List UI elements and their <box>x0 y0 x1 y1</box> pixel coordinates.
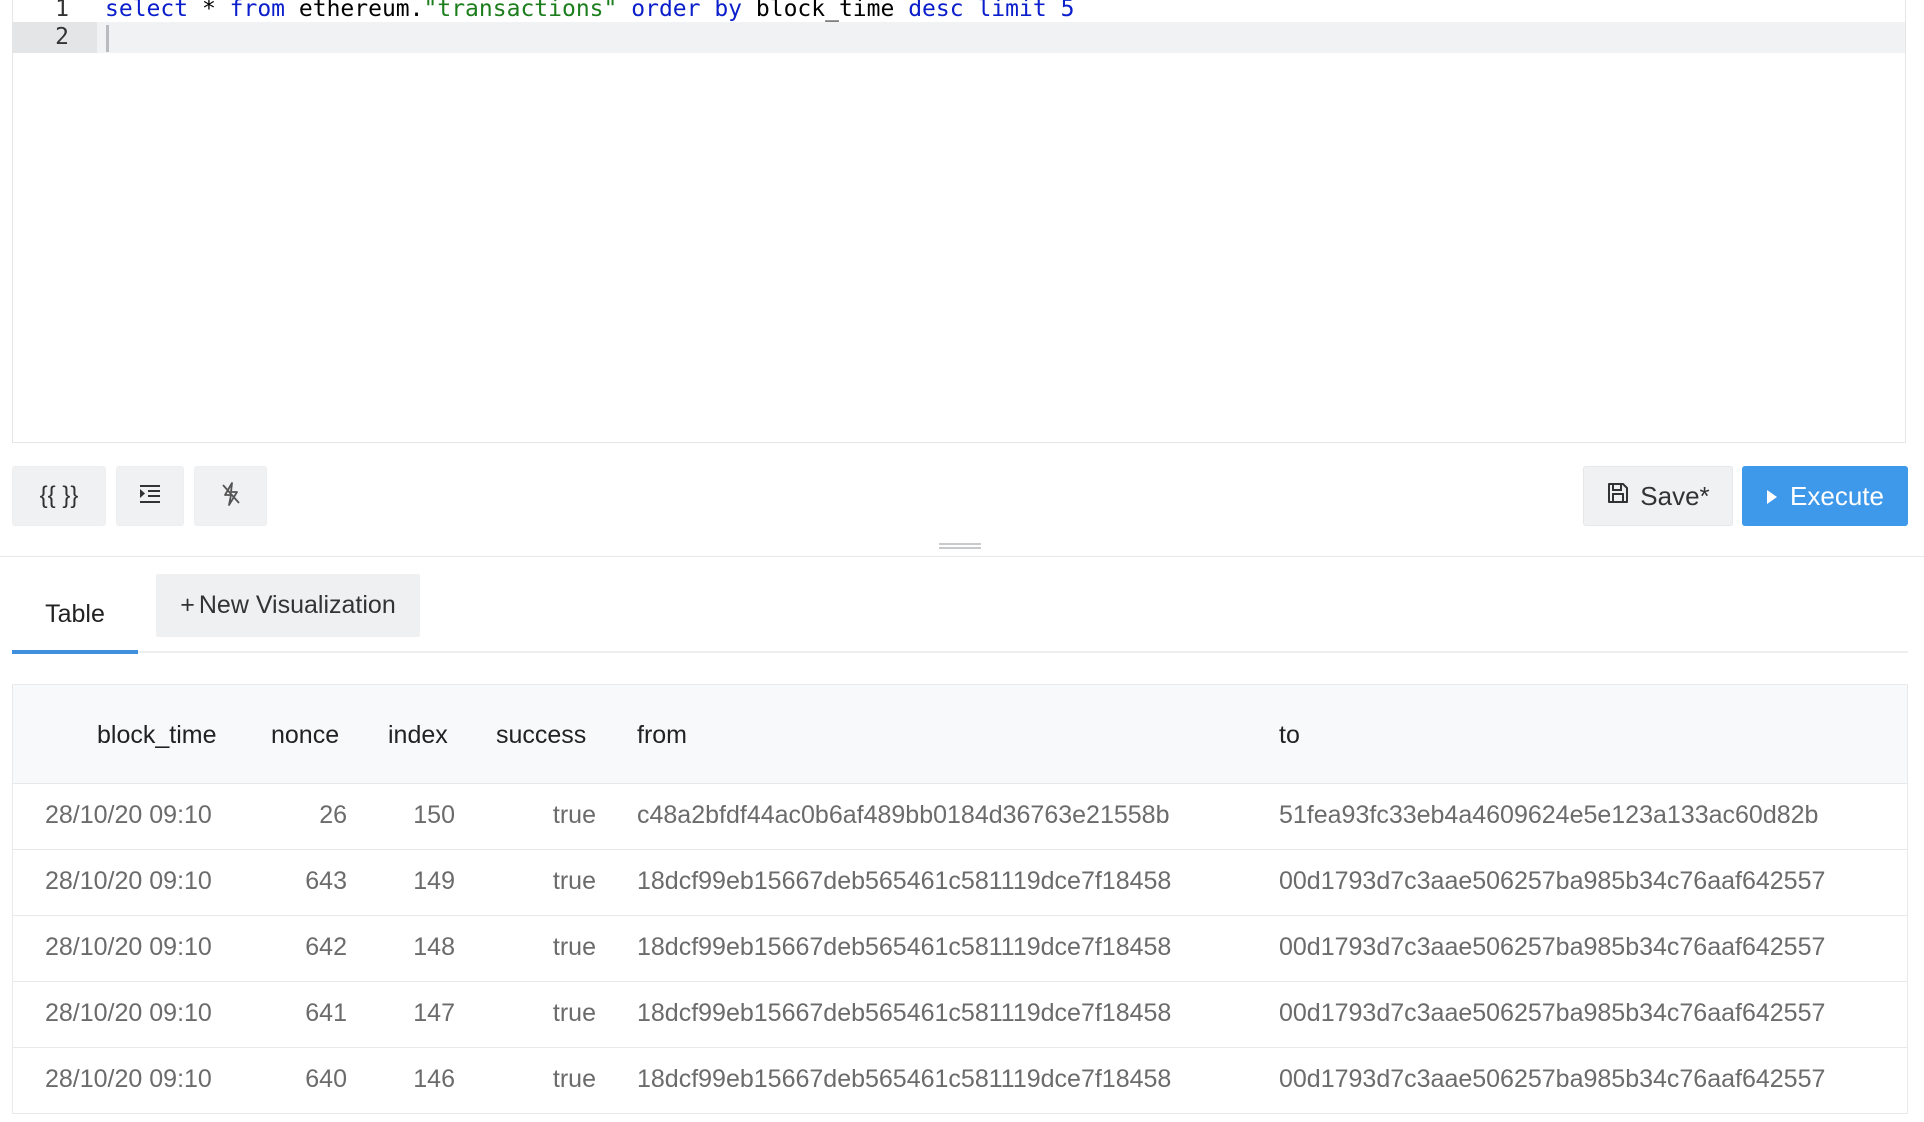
column-header-nonce[interactable]: nonce <box>271 721 339 750</box>
execute-label: Execute <box>1790 480 1884 511</box>
play-icon <box>1766 481 1778 512</box>
column-header-to[interactable]: to <box>1279 721 1300 750</box>
sql-keyword-select: select <box>105 0 189 22</box>
line-number-gutter <box>13 0 97 442</box>
sql-star: * <box>188 0 230 22</box>
cell-success: true <box>552 867 596 895</box>
active-tab-indicator <box>12 650 138 654</box>
divider <box>0 556 1924 557</box>
cell-block-time: 28/10/20 09:10 <box>45 1065 212 1093</box>
resize-handle[interactable] <box>939 543 981 549</box>
format-query-button[interactable] <box>116 466 184 526</box>
cell-block-time: 28/10/20 09:10 <box>45 999 212 1027</box>
sql-column: block_time <box>742 0 909 22</box>
tabs-baseline <box>12 651 1908 653</box>
plus-icon: + <box>180 591 195 619</box>
cell-nonce: 642 <box>305 933 347 961</box>
sql-limit-value: 5 <box>1060 0 1075 22</box>
execute-button[interactable]: Execute <box>1742 466 1908 526</box>
cell-to: 00d1793d7c3aae506257ba985b34c76aaf642557 <box>1279 999 1826 1027</box>
table-row: 28/10/20 09:10 641 147 true 18dcf99eb156… <box>13 981 1907 1048</box>
code-line-2[interactable]: 2 <box>13 22 1905 53</box>
floppy-disk-icon <box>1606 481 1630 512</box>
cell-to: 00d1793d7c3aae506257ba985b34c76aaf642557 <box>1279 1065 1826 1093</box>
cell-success: true <box>552 999 596 1027</box>
column-header-block-time[interactable]: block_time <box>97 721 217 750</box>
cell-index: 150 <box>413 801 455 829</box>
sql-editor[interactable]: 1 select * from ethereum."transactions" … <box>12 0 1906 443</box>
cell-block-time: 28/10/20 09:10 <box>45 867 212 895</box>
tab-table-label: Table <box>45 599 105 628</box>
cell-to: 51fea93fc33eb4a4609624e5e123a133ac60d82b <box>1279 801 1819 829</box>
new-visualization-button[interactable]: + New Visualization <box>156 574 420 637</box>
table-row: 28/10/20 09:10 642 148 true 18dcf99eb156… <box>13 915 1907 982</box>
cell-nonce: 643 <box>305 867 347 895</box>
cell-nonce: 26 <box>319 801 347 829</box>
column-header-index[interactable]: index <box>388 721 448 750</box>
results-table: block_time nonce index success from to 2… <box>12 684 1908 1114</box>
params-label: {{ }} <box>39 482 79 509</box>
cell-index: 148 <box>413 933 455 961</box>
cell-from: 18dcf99eb15667deb565461c581119dce7f18458 <box>637 1065 1172 1093</box>
cell-success: true <box>552 801 596 829</box>
column-header-success[interactable]: success <box>496 721 586 750</box>
sql-keyword-limit: limit <box>977 0 1047 22</box>
lightning-off-icon <box>219 481 243 512</box>
table-header: block_time nonce index success from to <box>13 685 1907 784</box>
cell-from: 18dcf99eb15667deb565461c581119dce7f18458 <box>637 999 1172 1027</box>
new-visualization-label: New Visualization <box>198 591 396 619</box>
line-number: 2 <box>13 22 97 53</box>
save-button[interactable]: Save* <box>1583 466 1733 526</box>
table-row: 28/10/20 09:10 643 149 true 18dcf99eb156… <box>13 849 1907 916</box>
text-cursor <box>106 25 109 52</box>
cell-success: true <box>552 1065 596 1093</box>
cell-index: 146 <box>413 1065 455 1093</box>
sql-schema: ethereum. <box>285 0 424 22</box>
add-parameter-button[interactable]: {{ }} <box>12 466 106 526</box>
indent-icon <box>138 483 162 510</box>
cell-from: c48a2bfdf44ac0b6af489bb0184d36763e21558b <box>637 801 1170 829</box>
cell-from: 18dcf99eb15667deb565461c581119dce7f18458 <box>637 933 1172 961</box>
cell-to: 00d1793d7c3aae506257ba985b34c76aaf642557 <box>1279 867 1826 895</box>
cell-block-time: 28/10/20 09:10 <box>45 933 212 961</box>
cell-block-time: 28/10/20 09:10 <box>45 801 212 829</box>
cell-success: true <box>552 933 596 961</box>
sql-table-name: "transactions" <box>423 0 618 22</box>
sql-keyword-from: from <box>229 0 286 22</box>
table-row: 28/10/20 09:10 640 146 true 18dcf99eb156… <box>13 1047 1907 1113</box>
column-header-from[interactable]: from <box>637 721 687 750</box>
autocomplete-toggle-button[interactable] <box>194 466 267 526</box>
cell-to: 00d1793d7c3aae506257ba985b34c76aaf642557 <box>1279 933 1826 961</box>
cell-index: 149 <box>413 867 455 895</box>
cell-nonce: 640 <box>305 1065 347 1093</box>
save-label: Save* <box>1640 480 1710 511</box>
cell-nonce: 641 <box>305 999 347 1027</box>
cell-from: 18dcf99eb15667deb565461c581119dce7f18458 <box>637 867 1172 895</box>
table-row: 28/10/20 09:10 26 150 true c48a2bfdf44ac… <box>13 783 1907 850</box>
tab-table[interactable]: Table <box>12 574 138 654</box>
cell-index: 147 <box>413 999 455 1027</box>
sql-keyword-desc: desc <box>908 0 964 22</box>
sql-keyword-order-by: order by <box>631 0 743 22</box>
